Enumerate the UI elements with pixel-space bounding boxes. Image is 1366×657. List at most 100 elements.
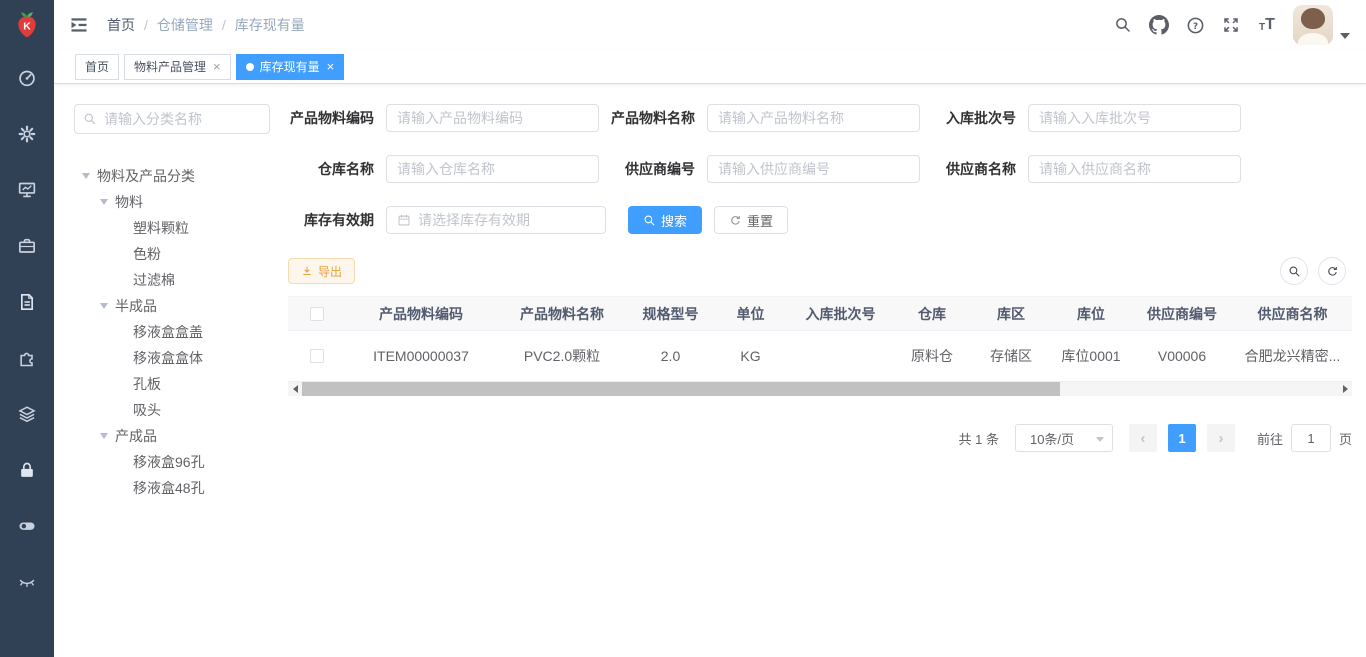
close-icon[interactable]: ×	[213, 60, 221, 73]
tree-node-移液盒盒盖[interactable]: 移液盒盒盖	[74, 319, 270, 345]
hide-search-button[interactable]	[1280, 257, 1308, 285]
svg-text:K: K	[23, 22, 31, 33]
sidebar-item-toggle[interactable]	[0, 498, 54, 554]
goto-page-input[interactable]	[1291, 424, 1331, 452]
tab-material-product[interactable]: 物料产品管理×	[124, 54, 231, 80]
search-icon[interactable]	[1111, 13, 1135, 37]
row-checkbox[interactable]	[310, 349, 324, 363]
fullscreen-icon[interactable]	[1219, 13, 1243, 37]
app-logo[interactable]: K	[0, 0, 54, 50]
filter-warehouse-name-input[interactable]	[397, 161, 588, 177]
table-cell: 合肥龙兴精密...	[1233, 346, 1352, 366]
page-size-select[interactable]: 10条/页	[1015, 424, 1113, 452]
filter-inbound-batch-no-input[interactable]	[1039, 110, 1230, 126]
table-row[interactable]: ITEM00000037PVC2.0颗粒2.0KG原料仓存储区库位0001V00…	[288, 331, 1352, 382]
reset-button[interactable]: 重置	[714, 206, 788, 234]
horizontal-scrollbar[interactable]	[288, 382, 1352, 396]
inventory-panel: 产品物料编码产品物料名称入库批次号仓库名称供应商编号供应商名称库存有效期搜索重置…	[288, 104, 1346, 637]
header-checkbox[interactable]	[310, 307, 324, 321]
filter-input-box	[707, 104, 920, 132]
table-header-cell: 供应商编号	[1131, 304, 1233, 324]
tree-expand-caret-icon[interactable]	[100, 303, 108, 309]
layers-icon	[17, 404, 37, 424]
download-icon	[301, 265, 313, 277]
table-header-cell: 单位	[713, 304, 788, 324]
filter-supplier-name-input[interactable]	[1039, 161, 1230, 177]
tree-node-label: 孔板	[133, 374, 161, 394]
tree-node-label: 半成品	[115, 296, 157, 316]
table-cell: 库位0001	[1051, 346, 1131, 366]
prev-page-button[interactable]: ‹	[1129, 424, 1157, 452]
table-cell: 2.0	[628, 348, 713, 364]
chevron-down-icon	[1096, 437, 1104, 442]
help-icon[interactable]: ?	[1183, 13, 1207, 37]
tree-expand-caret-icon[interactable]	[82, 173, 90, 179]
filter-stock-expiry-input[interactable]	[418, 212, 595, 228]
user-menu-caret-icon[interactable]	[1340, 33, 1350, 39]
close-icon[interactable]: ×	[327, 60, 335, 73]
sidebar-menu	[0, 50, 54, 610]
tree-expand-caret-icon[interactable]	[100, 433, 108, 439]
tree-node-label: 移液盒96孔	[133, 452, 205, 472]
tree-node-过滤棉[interactable]: 过滤棉	[74, 267, 270, 293]
tree-node-移液盒96孔[interactable]: 移液盒96孔	[74, 449, 270, 475]
tree-node-色粉[interactable]: 色粉	[74, 241, 270, 267]
tree-expand-caret-icon[interactable]	[100, 199, 108, 205]
tree-node-移液盒盒体[interactable]: 移液盒盒体	[74, 345, 270, 371]
font-size-icon[interactable]: TT	[1255, 13, 1279, 37]
refresh-button[interactable]	[1318, 257, 1346, 285]
tree-node-物料及产品分类[interactable]: 物料及产品分类	[74, 163, 270, 189]
tree-node-物料[interactable]: 物料	[74, 189, 270, 215]
filter-item-warehouse-name: 仓库名称	[288, 155, 599, 183]
search-button[interactable]: 搜索	[628, 206, 702, 234]
search-button-label: 搜索	[661, 211, 687, 230]
sidebar-item-lock[interactable]	[0, 442, 54, 498]
tree-node-移液盒48孔[interactable]: 移液盒48孔	[74, 475, 270, 501]
scroll-left-arrow-icon[interactable]	[288, 382, 302, 396]
tab-home[interactable]: 首页	[75, 54, 119, 80]
tree-node-吸头[interactable]: 吸头	[74, 397, 270, 423]
filter-input-box	[386, 155, 599, 183]
main-content: 物料及产品分类物料塑料颗粒色粉过滤棉半成品移液盒盒盖移液盒盒体孔板吸头产成品移液…	[54, 84, 1366, 657]
dashboard-icon	[17, 68, 37, 88]
filter-label: 库存有效期	[288, 210, 386, 230]
scrollbar-thumb[interactable]	[302, 382, 1060, 396]
category-search-input[interactable]	[104, 111, 261, 127]
table-toolbar: 导出	[288, 257, 1346, 285]
tree-node-孔板[interactable]: 孔板	[74, 371, 270, 397]
sidebar-item-document[interactable]	[0, 274, 54, 330]
filter-label: 入库批次号	[930, 108, 1028, 128]
sidebar-item-layers[interactable]	[0, 386, 54, 442]
filter-item-code-input[interactable]	[397, 110, 588, 126]
document-icon	[17, 292, 37, 312]
export-button[interactable]: 导出	[288, 258, 355, 284]
table-header-cell: 库位	[1051, 304, 1131, 324]
sidebar-fold-toggle-icon[interactable]	[69, 15, 89, 35]
table-header-cell: 库区	[971, 304, 1051, 324]
sidebar-item-briefcase[interactable]	[0, 218, 54, 274]
tree-node-半成品[interactable]: 半成品	[74, 293, 270, 319]
sidebar-item-monitor-chart[interactable]	[0, 162, 54, 218]
scroll-right-arrow-icon[interactable]	[1338, 382, 1352, 396]
sidebar-item-puzzle[interactable]	[0, 330, 54, 386]
github-icon[interactable]	[1147, 13, 1171, 37]
strawberry-logo-icon: K	[10, 8, 44, 42]
next-page-button[interactable]: ›	[1207, 424, 1235, 452]
avatar[interactable]	[1293, 5, 1333, 45]
page-number-button[interactable]: 1	[1168, 424, 1196, 452]
tab-inventory-on-hand[interactable]: 库存现有量×	[236, 54, 345, 80]
sidebar-item-eye-closed[interactable]	[0, 554, 54, 610]
tree-node-塑料颗粒[interactable]: 塑料颗粒	[74, 215, 270, 241]
filter-supplier-code-input[interactable]	[718, 161, 909, 177]
table-cell: KG	[713, 348, 788, 364]
sidebar-item-dashboard[interactable]	[0, 50, 54, 106]
tree-node-产成品[interactable]: 产成品	[74, 423, 270, 449]
tree-node-label: 产成品	[115, 426, 157, 446]
breadcrumb-item[interactable]: 首页	[107, 15, 135, 35]
tree-node-label: 移液盒48孔	[133, 478, 205, 498]
filter-item-name-input[interactable]	[718, 110, 909, 126]
pagination: 共 1 条 10条/页 ‹ 1 › 前往 页	[288, 424, 1352, 452]
breadcrumb-item: 库存现有量	[235, 15, 305, 35]
breadcrumb: 首页/仓储管理/库存现有量	[107, 15, 305, 35]
sidebar-item-gear[interactable]	[0, 106, 54, 162]
